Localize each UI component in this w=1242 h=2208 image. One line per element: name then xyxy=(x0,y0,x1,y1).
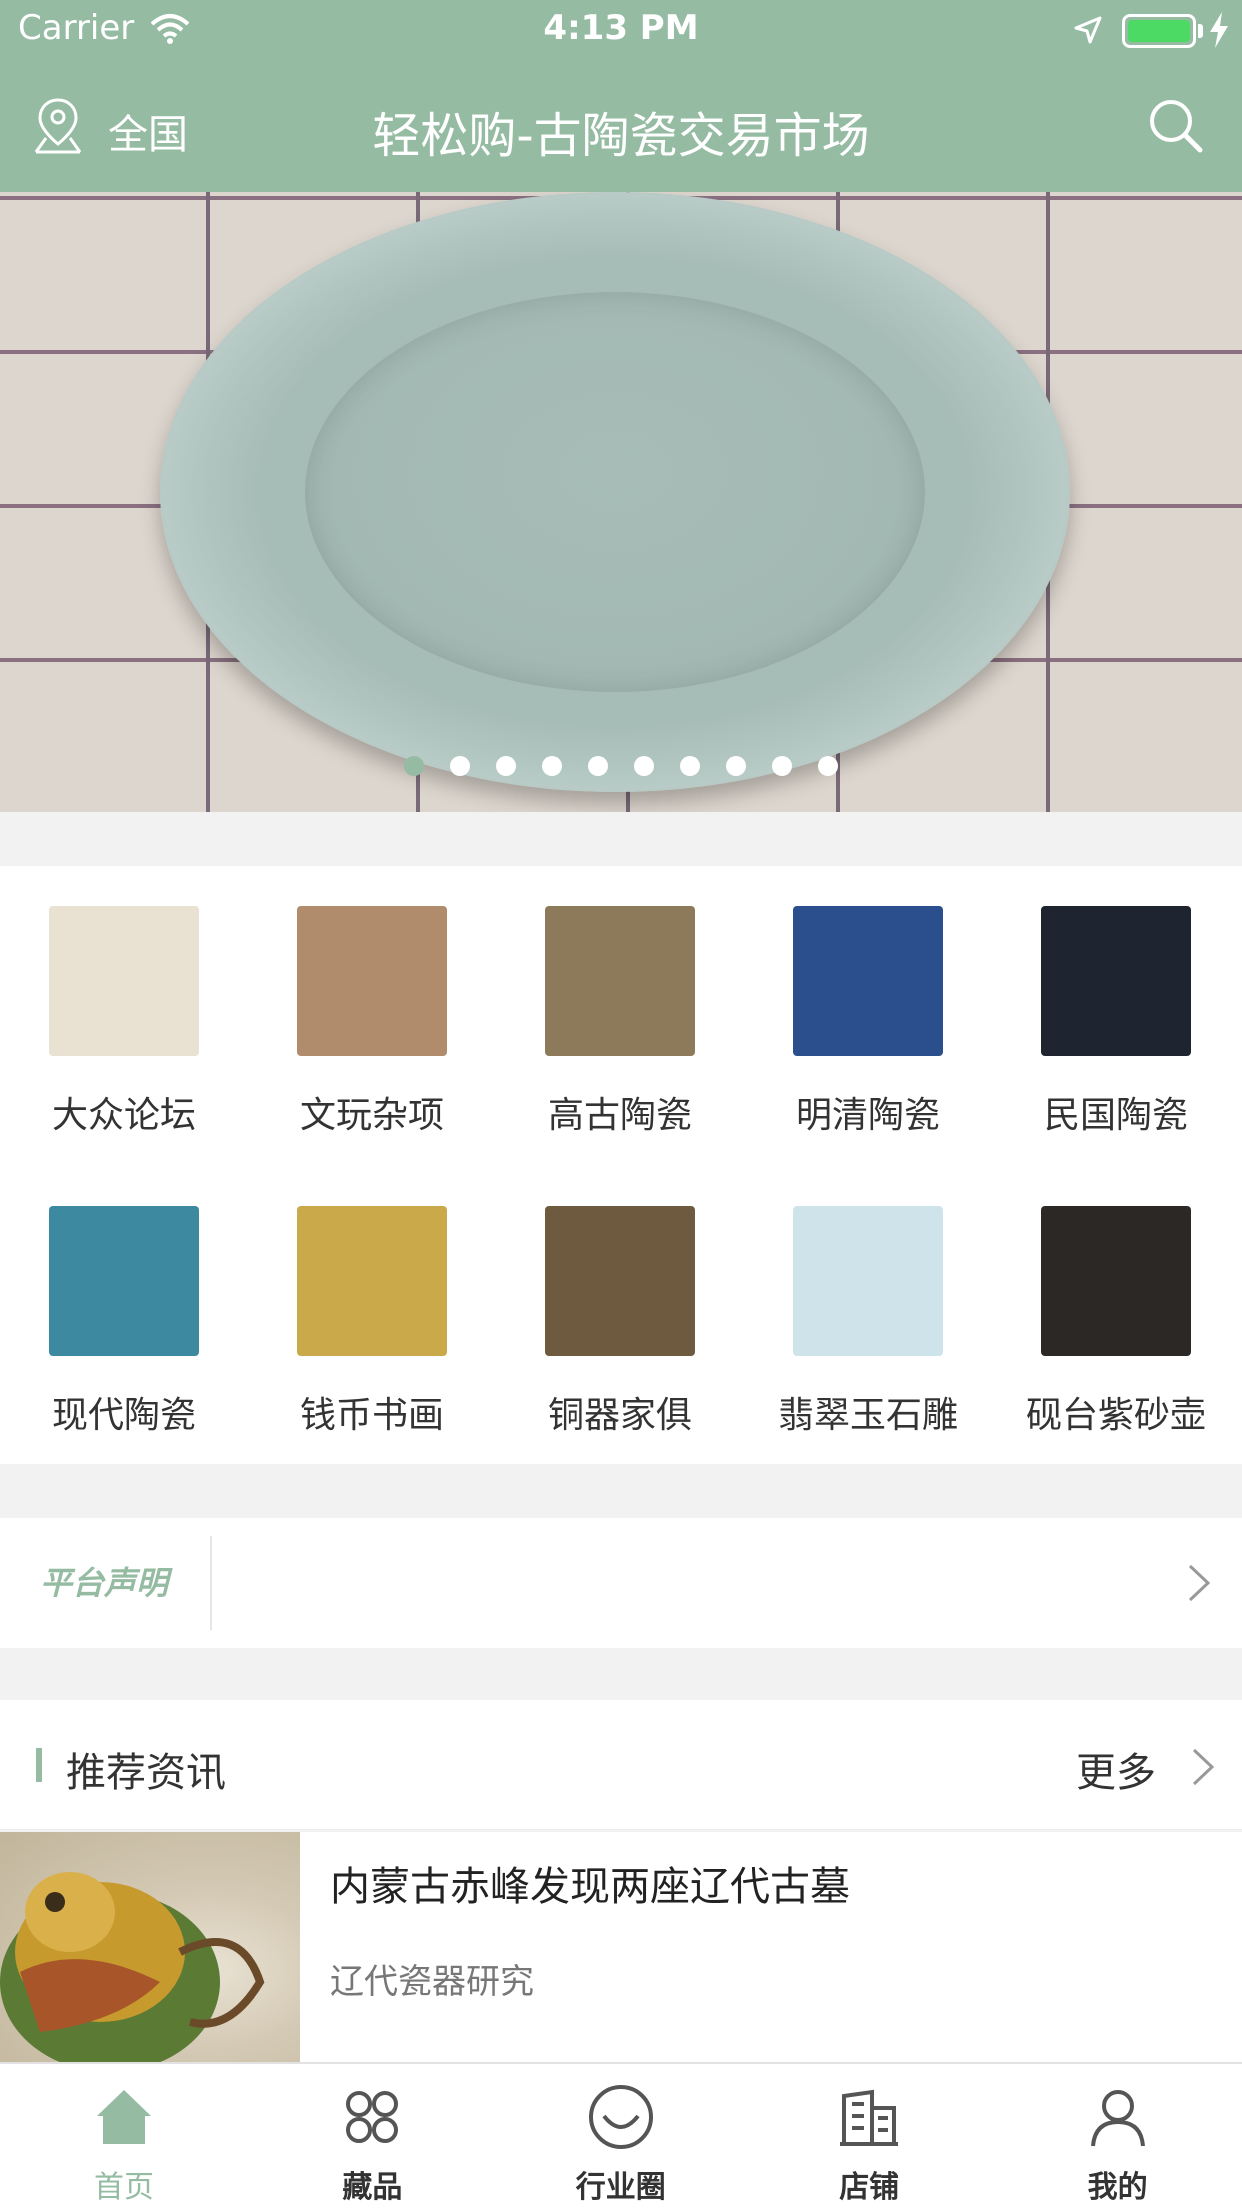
category-item[interactable]: 铜器家俱 xyxy=(496,1166,744,1446)
charging-icon xyxy=(1210,12,1228,48)
category-label: 钱币书画 xyxy=(299,1395,444,1436)
carousel-dot[interactable] xyxy=(772,756,792,776)
tab-label: 藏品 xyxy=(342,2170,403,2205)
section-accent-bar xyxy=(36,1748,42,1782)
category-label: 文玩杂项 xyxy=(299,1095,444,1136)
category-label: 翡翠玉石雕 xyxy=(777,1395,958,1436)
news-list-item[interactable]: 内蒙古赤峰发现两座辽代古墓 辽代瓷器研究 xyxy=(0,1832,1242,2062)
status-time: 4:13 PM xyxy=(543,8,699,48)
carousel-dot[interactable] xyxy=(588,756,608,776)
carousel-dot[interactable] xyxy=(450,756,470,776)
category-item[interactable]: 砚台紫砂壶 xyxy=(992,1166,1240,1446)
category-thumbnail xyxy=(793,1206,943,1356)
category-item[interactable]: 现代陶瓷 xyxy=(0,1166,248,1446)
section-title: 推荐资讯 xyxy=(66,1750,226,1796)
carousel-indicator[interactable] xyxy=(0,756,1242,780)
smile-icon xyxy=(588,2085,653,2149)
category-item[interactable]: 高古陶瓷 xyxy=(496,866,744,1146)
chevron-right-icon[interactable] xyxy=(1190,1746,1216,1788)
category-item[interactable]: 大众论坛 xyxy=(0,866,248,1146)
category-item[interactable]: 翡翠玉石雕 xyxy=(744,1166,992,1446)
home-icon xyxy=(97,2090,151,2144)
store-icon xyxy=(840,2089,899,2146)
notice-tag: 平台声明 xyxy=(40,1564,169,1602)
recommend-header: 推荐资讯 更多 xyxy=(0,1700,1242,1830)
nav-bar: 全国 轻松购-古陶瓷交易市场 xyxy=(0,60,1242,192)
chevron-right-icon[interactable] xyxy=(1186,1562,1212,1604)
tab-label: 店铺 xyxy=(839,2170,900,2205)
tab-smile[interactable]: 行业圈 xyxy=(497,2064,745,2208)
carousel-dot[interactable] xyxy=(680,756,700,776)
location-arrow-icon xyxy=(1074,16,1102,44)
carousel-dot[interactable] xyxy=(726,756,746,776)
notice-divider xyxy=(210,1536,212,1630)
tab-home[interactable]: 首页 xyxy=(0,2064,248,2208)
category-label: 高古陶瓷 xyxy=(547,1095,692,1136)
grid-icon xyxy=(346,2091,399,2143)
user-icon xyxy=(1090,2090,1145,2147)
tab-user[interactable]: 我的 xyxy=(994,2064,1242,2208)
category-thumbnail xyxy=(1041,1206,1191,1356)
category-thumbnail xyxy=(545,906,695,1056)
category-thumbnail xyxy=(793,906,943,1056)
tab-bar: 首页 藏品 行业圈 店铺 我的 xyxy=(0,2062,1242,2208)
news-title: 内蒙古赤峰发现两座辽代古墓 xyxy=(330,1864,850,1910)
category-label: 砚台紫砂壶 xyxy=(1025,1395,1206,1436)
category-thumbnail xyxy=(49,1206,199,1356)
status-bar: Carrier 4:13 PM xyxy=(0,0,1242,60)
carousel-dot[interactable] xyxy=(818,756,838,776)
tab-label: 我的 xyxy=(1087,2170,1148,2205)
category-item[interactable]: 文玩杂项 xyxy=(248,866,496,1146)
banner-carousel[interactable] xyxy=(0,192,1242,812)
tab-store[interactable]: 店铺 xyxy=(745,2064,993,2208)
more-link[interactable]: 更多 xyxy=(1076,1740,1156,1798)
battery-cap xyxy=(1198,24,1203,38)
category-label: 现代陶瓷 xyxy=(51,1395,196,1436)
category-label: 明清陶瓷 xyxy=(795,1095,940,1136)
tab-label: 首页 xyxy=(94,2170,154,2205)
carousel-dot[interactable] xyxy=(634,756,654,776)
category-label: 民国陶瓷 xyxy=(1043,1095,1188,1136)
banner-image-plate-center xyxy=(305,292,925,692)
news-subtitle: 辽代瓷器研究 xyxy=(330,1962,534,2002)
category-label: 铜器家俱 xyxy=(547,1395,692,1436)
category-label: 大众论坛 xyxy=(51,1095,196,1136)
carousel-dot[interactable] xyxy=(404,756,424,776)
category-item[interactable]: 明清陶瓷 xyxy=(744,866,992,1146)
category-thumbnail xyxy=(1041,906,1191,1056)
tab-grid[interactable]: 藏品 xyxy=(248,2064,496,2208)
platform-notice-row[interactable]: 平台声明 xyxy=(0,1518,1242,1648)
battery-icon xyxy=(1122,14,1196,48)
page-title: 轻松购-古陶瓷交易市场 xyxy=(372,108,870,164)
category-thumbnail xyxy=(545,1206,695,1356)
search-icon[interactable] xyxy=(1146,96,1206,156)
category-grid: 大众论坛 文玩杂项 高古陶瓷 明清陶瓷 民国陶瓷现代陶瓷 钱币书画 铜器家俱 翡翠玉石雕 砚台紫… xyxy=(0,866,1242,1464)
category-thumbnail xyxy=(49,906,199,1056)
carousel-dot[interactable] xyxy=(542,756,562,776)
tab-label: 行业圈 xyxy=(575,2170,666,2205)
category-thumbnail xyxy=(297,1206,447,1356)
category-item[interactable]: 民国陶瓷 xyxy=(992,866,1240,1146)
category-item[interactable]: 钱币书画 xyxy=(248,1166,496,1446)
carousel-dot[interactable] xyxy=(496,756,516,776)
news-thumbnail xyxy=(0,1832,300,2062)
category-thumbnail xyxy=(297,906,447,1056)
